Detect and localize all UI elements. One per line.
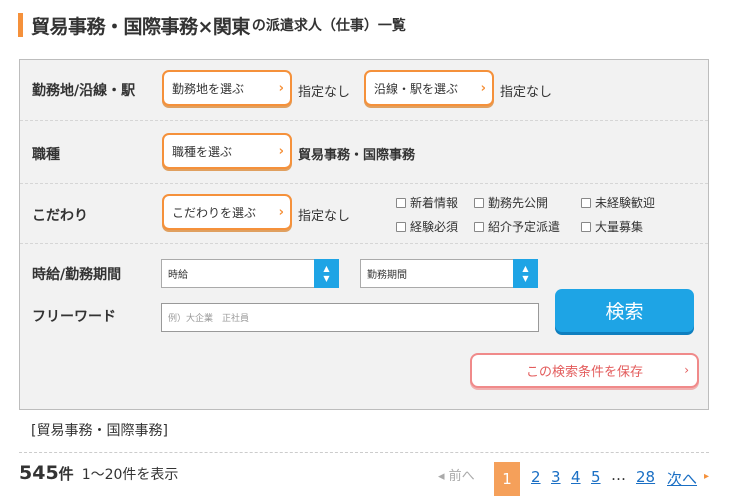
freeword-label: フリーワード bbox=[32, 309, 116, 325]
page-link[interactable]: 5 bbox=[591, 468, 601, 486]
checkbox-label: 経験必須 bbox=[410, 220, 459, 234]
location-row: 勤務地/沿線・駅 勤務地を選ぶ › 指定なし 沿線・駅を選ぶ › 指定なし bbox=[20, 60, 708, 121]
location-label: 勤務地/沿線・駅 bbox=[32, 83, 136, 99]
result-count-unit: 件 bbox=[58, 465, 74, 483]
select-arrows-icon: ▲ ▼ bbox=[314, 259, 339, 288]
result-count: 545 件 1〜20件を表示 bbox=[19, 462, 178, 484]
pagination-ellipsis: … bbox=[611, 466, 626, 484]
freeword-input[interactable]: 例）大企業 正社員 bbox=[161, 303, 539, 332]
checkbox-box[interactable] bbox=[581, 197, 591, 208]
checkbox-box[interactable] bbox=[581, 221, 591, 232]
select-preference-button-label: こだわりを選ぶ bbox=[172, 205, 257, 220]
page-title: 貿易事務・国際事務×関東 の派遣求人（仕事）一覧 bbox=[18, 12, 406, 38]
period-select[interactable]: 勤務期間 ▲ ▼ bbox=[360, 259, 538, 288]
period-select-value: 勤務期間 bbox=[367, 270, 407, 281]
checkbox-label: 大量募集 bbox=[595, 220, 644, 234]
area-value: 指定なし bbox=[298, 85, 351, 100]
title-accent-bar bbox=[18, 13, 23, 37]
select-line-button-label: 沿線・駅を選ぶ bbox=[374, 81, 459, 96]
search-button[interactable]: 検索 bbox=[555, 289, 694, 332]
checkbox-company-public[interactable]: 勤務先公開 bbox=[474, 194, 548, 211]
result-count-number: 545 bbox=[19, 462, 59, 484]
page-link[interactable]: 2 bbox=[531, 468, 541, 486]
wage-select-value: 時給 bbox=[168, 270, 188, 281]
next-page-link[interactable]: 次へ bbox=[667, 468, 697, 489]
page-link[interactable]: 4 bbox=[571, 468, 581, 486]
checkbox-label: 未経験歓迎 bbox=[595, 196, 656, 210]
save-search-button[interactable]: この検索条件を保存 › bbox=[470, 353, 699, 388]
wage-select[interactable]: 時給 ▲ ▼ bbox=[161, 259, 339, 288]
freeword-placeholder: 例）大企業 正社員 bbox=[168, 314, 250, 324]
last-page-link[interactable]: 28 bbox=[636, 468, 655, 486]
page-title-sub: の派遣求人（仕事）一覧 bbox=[251, 18, 406, 34]
select-area-button-label: 勤務地を選ぶ bbox=[172, 81, 245, 96]
select-job-type-button[interactable]: 職種を選ぶ › bbox=[162, 133, 292, 169]
checkbox-box[interactable] bbox=[396, 221, 406, 232]
job-type-label: 職種 bbox=[32, 147, 60, 163]
preference-label: こだわり bbox=[32, 208, 88, 224]
current-page: 1 bbox=[494, 462, 520, 496]
job-type-row: 職種 職種を選ぶ › 貿易事務・国際事務 bbox=[20, 121, 708, 184]
result-range: 1〜20件を表示 bbox=[81, 467, 179, 483]
page-title-main: 貿易事務・国際事務×関東 bbox=[31, 15, 250, 38]
checkbox-box[interactable] bbox=[474, 197, 484, 208]
checkbox-label: 新着情報 bbox=[410, 196, 459, 210]
chevron-right-icon: › bbox=[480, 81, 486, 96]
prev-page-link: ◂ 前へ bbox=[438, 469, 475, 484]
selected-condition: [貿易事務・国際事務] bbox=[31, 423, 168, 439]
checkbox-label: 紹介予定派遣 bbox=[488, 220, 561, 234]
checkbox-experience-required[interactable]: 経験必須 bbox=[396, 218, 458, 235]
preference-row: こだわり こだわりを選ぶ › 指定なし 新着情報 勤務先公開 未経験歓迎 経験必… bbox=[20, 184, 708, 244]
checkbox-box[interactable] bbox=[474, 221, 484, 232]
job-type-value: 貿易事務・国際事務 bbox=[298, 148, 416, 163]
checkbox-mass-recruitment[interactable]: 大量募集 bbox=[581, 218, 643, 235]
select-arrows-icon: ▲ ▼ bbox=[513, 259, 538, 288]
select-job-type-button-label: 職種を選ぶ bbox=[172, 144, 233, 159]
chevron-right-icon: › bbox=[278, 81, 284, 96]
chevron-right-icon: › bbox=[684, 363, 689, 377]
save-search-button-label: この検索条件を保存 bbox=[525, 365, 643, 380]
select-line-button[interactable]: 沿線・駅を選ぶ › bbox=[364, 70, 494, 106]
wage-label: 時給/勤務期間 bbox=[32, 267, 122, 283]
line-value: 指定なし bbox=[500, 85, 553, 100]
search-button-label: 検索 bbox=[605, 301, 644, 323]
checkbox-new[interactable]: 新着情報 bbox=[396, 194, 458, 211]
page-link[interactable]: 3 bbox=[551, 468, 561, 486]
select-preference-button[interactable]: こだわりを選ぶ › bbox=[162, 194, 292, 230]
search-form: 勤務地/沿線・駅 勤務地を選ぶ › 指定なし 沿線・駅を選ぶ › 指定なし 職種… bbox=[19, 59, 709, 410]
checkbox-temp-to-hire[interactable]: 紹介予定派遣 bbox=[474, 218, 560, 235]
next-arrow-icon: ▸ bbox=[704, 471, 710, 482]
checkbox-label: 勤務先公開 bbox=[488, 196, 549, 210]
divider bbox=[19, 452, 709, 453]
chevron-right-icon: › bbox=[278, 205, 284, 220]
select-area-button[interactable]: 勤務地を選ぶ › bbox=[162, 70, 292, 106]
chevron-right-icon: › bbox=[278, 144, 284, 159]
checkbox-inexperienced-ok[interactable]: 未経験歓迎 bbox=[581, 194, 655, 211]
checkbox-box[interactable] bbox=[396, 197, 406, 208]
preference-value: 指定なし bbox=[298, 209, 351, 224]
